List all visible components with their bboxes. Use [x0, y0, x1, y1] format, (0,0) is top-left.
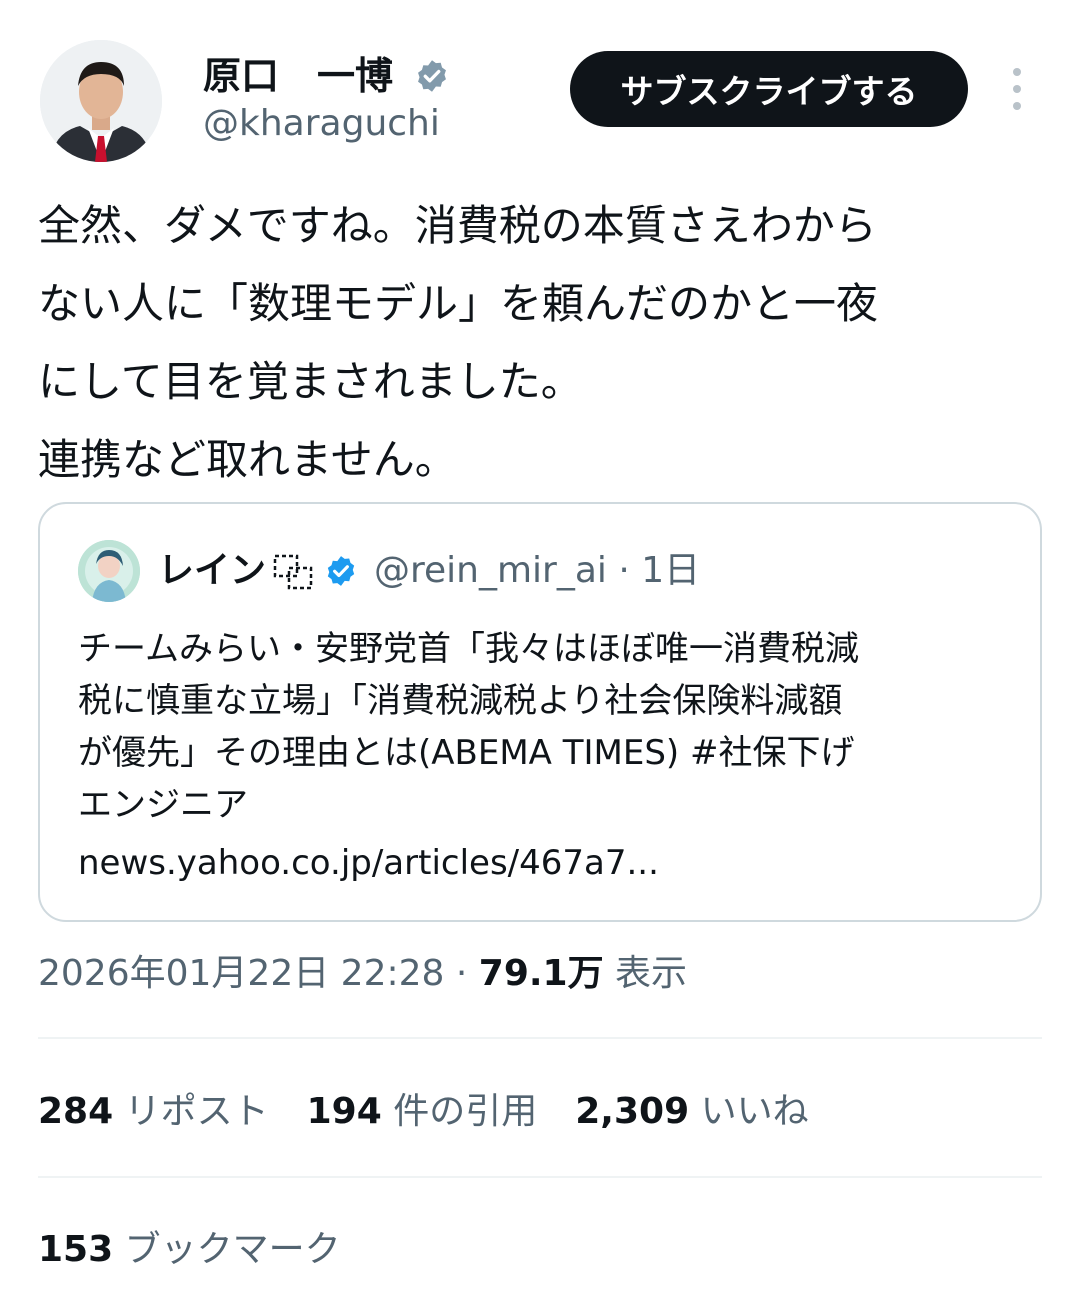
dashed-box-icon: [272, 553, 314, 591]
more-vertical-icon[interactable]: [1004, 68, 1030, 110]
likes-label: いいね: [700, 1091, 809, 1132]
quoted-handle: @rein_mir_ai: [374, 550, 607, 591]
bookmarks-label: ブックマーク: [124, 1229, 341, 1270]
subscribe-button[interactable]: サブスクライブする: [570, 51, 968, 127]
reposts-count: 284: [38, 1091, 114, 1132]
author-avatar[interactable]: [40, 40, 162, 162]
divider: [38, 1176, 1042, 1178]
quoted-author-avatar: [78, 540, 140, 602]
timestamp[interactable]: 2026年01月22日 22:28: [38, 953, 444, 994]
quoted-handle-time: @rein_mir_ai · 1日: [374, 548, 700, 594]
quotes-label: 件の引用: [393, 1091, 538, 1132]
tweet-meta: 2026年01月22日 22:28 · 79.1万 表示: [38, 948, 687, 1000]
bookmarks-stat[interactable]: 153 ブックマーク: [38, 1224, 341, 1276]
quoted-link[interactable]: news.yahoo.co.jp/articles/467a7...: [78, 838, 659, 888]
view-label: 表示: [603, 953, 688, 994]
author-display-name[interactable]: 原口 一博: [203, 50, 393, 102]
verified-badge-icon: [324, 554, 358, 588]
author-handle[interactable]: @kharaguchi: [203, 100, 440, 148]
likes-stat[interactable]: 2,309 いいね: [575, 1091, 808, 1132]
quoted-line: が優先」その理由とは(ABEMA TIMES) #社保下げ: [78, 733, 855, 773]
divider: [38, 1037, 1042, 1039]
quoted-line: 税に慎重な立場」「消費税減税より社会保険料減額: [78, 681, 843, 721]
tweet-line: ない人に「数理モデル」を頼んだのかと一夜: [38, 279, 879, 328]
quoted-tweet-text: チームみらい・安野党首「我々はほぼ唯一消費税減 税に慎重な立場」「消費税減税より…: [78, 623, 1018, 831]
tweet-line: にして目を覚まされました。: [38, 357, 583, 406]
quoted-time: · 1日: [618, 550, 701, 591]
tweet-line: 全然、ダメですね。消費税の本質さえわから: [38, 201, 877, 250]
likes-count: 2,309: [575, 1091, 690, 1132]
engagement-stats: 284 リポスト 194 件の引用 2,309 いいね: [38, 1086, 809, 1138]
bookmarks-count: 153: [38, 1229, 114, 1270]
view-count: 79.1万: [478, 953, 604, 994]
quotes-stat[interactable]: 194 件の引用: [307, 1091, 538, 1132]
quoted-display-name: レイン: [158, 550, 267, 591]
quotes-count: 194: [306, 1091, 382, 1132]
tweet-text: 全然、ダメですね。消費税の本質さえわから ない人に「数理モデル」を頼んだのかと一…: [38, 187, 1038, 499]
meta-separator: ·: [444, 953, 479, 994]
reposts-label: リポスト: [124, 1091, 269, 1132]
tweet-line: 連携など取れません。: [38, 435, 457, 484]
quoted-line: チームみらい・安野党首「我々はほぼ唯一消費税減: [78, 629, 859, 669]
verified-badge-icon: [414, 58, 450, 94]
reposts-stat[interactable]: 284 リポスト: [38, 1091, 269, 1132]
quoted-line: エンジニア: [78, 785, 248, 825]
